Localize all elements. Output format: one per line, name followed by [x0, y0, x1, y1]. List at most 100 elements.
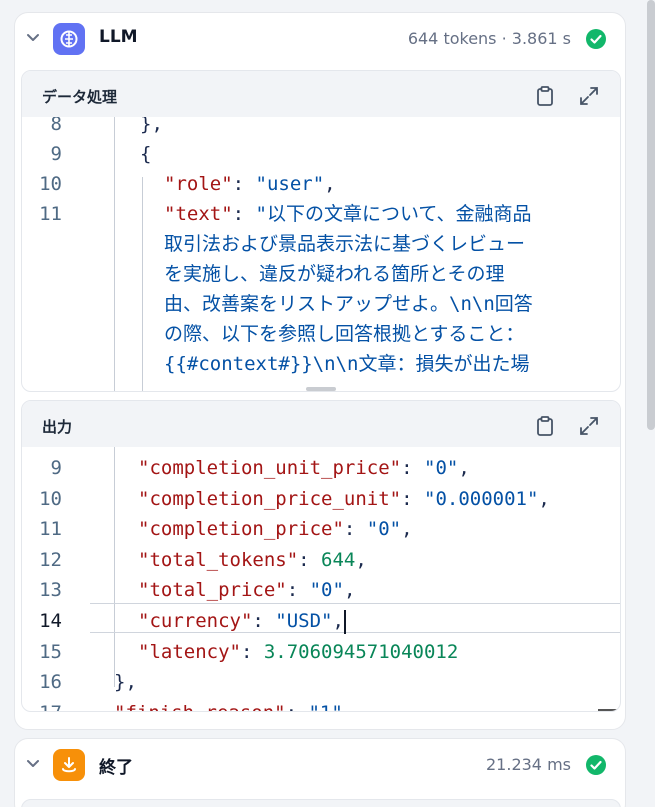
code-line: 10 "role": "user",	[22, 169, 620, 199]
end-flag-icon	[53, 749, 85, 781]
success-check-icon	[586, 29, 606, 49]
json-value: "0.000001"	[424, 488, 539, 510]
code-editor[interactable]: 9 "completion_unit_price": "0", 10 "comp…	[22, 447, 620, 711]
success-check-icon	[586, 755, 606, 775]
end-node-title: 終了	[99, 758, 133, 778]
json-key: "currency"	[138, 610, 253, 632]
json-value: "0"	[366, 518, 402, 540]
code-line: を実施し、違反が疑われる箇所とその理	[22, 259, 620, 289]
line-text: },	[140, 117, 163, 135]
llm-node-meta: 644 tokens · 3.861 s	[407, 29, 571, 48]
llm-node-card: LLM 644 tokens · 3.861 s データ処理 8 }, 9 {…	[14, 12, 626, 730]
json-value: "0"	[424, 457, 459, 479]
json-key: "completion_price"	[138, 518, 344, 540]
json-sep: :	[298, 549, 322, 571]
json-sep: :	[232, 173, 256, 195]
line-number: 8	[50, 117, 62, 135]
line-text: "completion_price_unit": "0.000001",	[138, 484, 550, 514]
json-value: 644	[321, 549, 356, 571]
code-line: 15 "latency": 3.706094571040012	[22, 637, 620, 667]
end-output-panel	[21, 799, 621, 807]
line-number: 10	[39, 488, 62, 510]
end-node-card: 終了 21.234 ms	[14, 738, 626, 807]
line-text: "completion_price": "0",	[138, 514, 413, 544]
json-value: "user"	[255, 173, 325, 195]
line-text: },	[114, 671, 137, 693]
resize-handle[interactable]	[306, 387, 336, 391]
json-sep: :	[286, 579, 310, 601]
clipboard-icon[interactable]	[534, 415, 556, 437]
llm-brain-icon	[53, 23, 85, 55]
json-sep: :	[240, 641, 264, 663]
wrapped-text: を実施し、違反が疑われる箇所とその理	[164, 263, 505, 285]
end-node-meta: 21.234 ms	[486, 755, 571, 774]
json-key: "total_tokens"	[138, 549, 299, 571]
code-line: 12 "total_tokens": 644,	[22, 545, 620, 575]
text-cursor	[343, 609, 346, 634]
expand-icon[interactable]	[578, 85, 600, 107]
line-number: 12	[39, 549, 62, 571]
code-line: 11 "completion_price": "0",	[22, 514, 620, 544]
json-sep: :	[232, 203, 256, 225]
chevron-down-icon[interactable]	[25, 755, 41, 771]
output-panel: 出力 9 "completion_unit_price": "0", 10 "c…	[21, 400, 621, 712]
expand-icon[interactable]	[578, 415, 600, 437]
line-text: "total_tokens": 644,	[138, 545, 367, 575]
line-number: 17	[22, 698, 62, 711]
page-scrollbar[interactable]	[647, 0, 655, 430]
llm-node-title: LLM	[99, 27, 138, 47]
json-key: "completion_price_unit"	[138, 488, 402, 510]
code-line: 9 "completion_unit_price": "0",	[22, 453, 620, 483]
line-number: 14	[39, 610, 62, 632]
json-sep: :	[343, 518, 367, 540]
code-line: 10 "completion_price_unit": "0.000001",	[22, 484, 620, 514]
panel-title: 出力	[42, 418, 73, 436]
code-line: 11 "text": "以下の文章について、金融商品	[22, 199, 620, 229]
code-line: {{#context#}}\n\n文章：損失が出た場	[22, 349, 620, 379]
code-line: の際、以下を参照し回答根拠とすること：	[22, 319, 620, 349]
json-value: "以下の文章について、金融商品	[255, 203, 532, 225]
json-key: "latency"	[138, 641, 241, 663]
json-value: "1"	[308, 702, 342, 711]
llm-node-header[interactable]: LLM 644 tokens · 3.861 s	[15, 13, 625, 65]
code-line: 8 },	[22, 117, 620, 139]
line-text: "text": "以下の文章について、金融商品	[164, 199, 531, 229]
json-key: "total_price"	[138, 579, 287, 601]
json-key: "finish_reason"	[114, 702, 286, 711]
json-sep: :	[286, 702, 309, 711]
json-value: "USD"	[275, 610, 333, 632]
line-text: "total_price": "0",	[138, 575, 355, 605]
line-text: "completion_unit_price": "0",	[138, 453, 470, 483]
json-key: "text"	[164, 203, 233, 225]
wrapped-text: 由、改善案をリストアップせよ。\n\n回答	[164, 293, 533, 315]
wrapped-text: 取引法および景品表示法に基づくレビュー	[164, 233, 526, 255]
code-line: 由、改善案をリストアップせよ。\n\n回答	[22, 289, 620, 319]
chevron-down-icon[interactable]	[25, 29, 41, 45]
line-number: 11	[39, 518, 62, 540]
code-line: 9 {	[22, 139, 620, 169]
data-processing-panel: データ処理 8 }, 9 { 10 "role": "user", 11 "te…	[21, 70, 621, 392]
code-editor[interactable]: 8 }, 9 { 10 "role": "user", 11 "text": "…	[22, 117, 620, 391]
code-line: 14 "currency": "USD",	[22, 606, 620, 636]
json-tail: ,	[343, 579, 356, 601]
json-tail: ,	[355, 549, 367, 571]
json-tail: ,	[458, 457, 470, 479]
line-number: 15	[39, 641, 62, 663]
json-value: 3.706094571040012	[263, 641, 459, 663]
json-tail: ,	[324, 173, 336, 195]
line-number: 13	[39, 579, 62, 601]
wrapped-text: の際、以下を参照し回答根拠とすること：	[164, 323, 525, 345]
line-text: "latency": 3.706094571040012	[138, 637, 458, 667]
line-number: 16	[39, 671, 62, 693]
data-processing-header: データ処理	[22, 71, 620, 117]
code-line: 取引法および景品表示法に基づくレビュー	[22, 229, 620, 259]
output-header: 出力	[22, 401, 620, 447]
line-text: "currency": "USD",	[138, 606, 346, 636]
end-node-header[interactable]: 終了 21.234 ms	[15, 739, 625, 791]
line-number: 9	[50, 457, 62, 479]
json-tail: ,	[538, 488, 550, 510]
line-text: "finish_reason": "1",	[114, 698, 354, 711]
code-line: 13 "total_price": "0",	[22, 575, 620, 605]
clipboard-icon[interactable]	[534, 85, 556, 107]
line-number: 9	[50, 143, 62, 165]
